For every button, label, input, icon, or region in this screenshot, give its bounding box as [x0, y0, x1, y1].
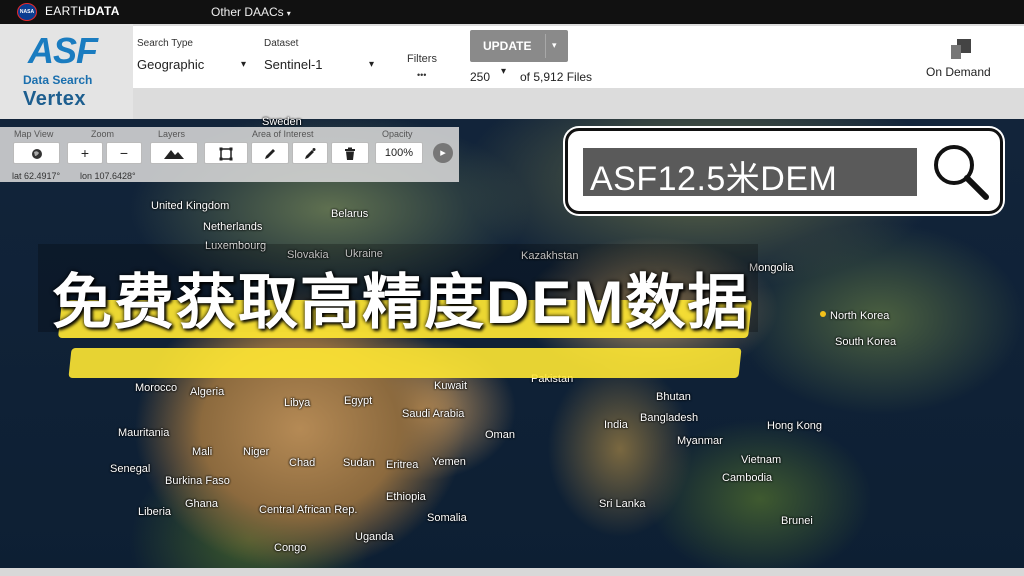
country-label: Niger — [243, 446, 270, 458]
search-type-dropdown-icon[interactable]: ▾ — [241, 59, 246, 70]
other-daacs-menu[interactable]: Other DAACs ▾ — [211, 5, 291, 19]
nasa-logo[interactable]: NASA — [17, 3, 37, 21]
country-label: Liberia — [138, 506, 172, 518]
country-label: Saudi Arabia — [402, 408, 465, 420]
layers-button[interactable] — [150, 142, 198, 164]
country-label: Somalia — [427, 512, 467, 524]
vertex-header: ASF Data Search Vertex Search Type Geogr… — [0, 24, 1024, 119]
country-label: North Korea — [830, 310, 890, 322]
country-label: India — [604, 419, 628, 431]
country-label: Chad — [289, 457, 316, 469]
aoi-label: Area of Interest — [252, 129, 314, 139]
update-button[interactable]: UPDATE ▾ — [470, 30, 568, 62]
zoom-in-button[interactable]: + — [67, 142, 103, 164]
country-label: Senegal — [110, 463, 151, 475]
earthdata-brand[interactable]: EARTHDATA — [45, 4, 120, 18]
country-label: Mali — [192, 446, 213, 458]
logo-asf-text: ASF — [28, 30, 98, 71]
country-label: Cambodia — [722, 472, 773, 484]
country-label: Burkina Faso — [165, 475, 230, 487]
country-label: Myanmar — [677, 435, 723, 447]
opacity-label: Opacity — [382, 129, 413, 139]
dataset-dropdown-icon[interactable]: ▾ — [369, 59, 374, 70]
map-toolbar: Map View Zoom Layers Area of Interest Op… — [0, 127, 459, 182]
filters-label[interactable]: Filters — [407, 53, 437, 65]
opacity-next-icon[interactable]: ▸ — [433, 143, 453, 163]
zoom-label: Zoom — [91, 129, 115, 139]
draw-polygon-button[interactable] — [251, 142, 289, 164]
results-count: of 5,912 Files — [520, 70, 593, 84]
country-label: Sri Lanka — [599, 498, 646, 510]
country-label: Netherlands — [203, 221, 263, 233]
title-underline-stroke — [68, 348, 742, 378]
country-label: Belarus — [331, 208, 369, 220]
latitude-readout: lat 62.4917° — [12, 171, 61, 181]
logo-data-search-text: Data Search — [23, 73, 93, 87]
bottom-panel-edge — [0, 568, 1024, 576]
max-results-dropdown-icon[interactable]: ▾ — [501, 66, 506, 77]
country-label: United Kingdom — [151, 200, 230, 212]
country-label: Libya — [284, 397, 311, 409]
earthdata-brand-bold: DATA — [86, 4, 120, 18]
mountains-icon — [164, 150, 184, 160]
on-demand-icon[interactable] — [951, 39, 971, 59]
max-results-select[interactable]: 250 — [470, 70, 490, 84]
layers-label: Layers — [158, 129, 186, 139]
country-label: Vietnam — [741, 454, 782, 466]
country-label: Yemen — [432, 456, 466, 468]
country-label: Morocco — [135, 382, 178, 394]
logo-vertex-text: Vertex — [23, 88, 87, 110]
longitude-readout: lon 107.6428° — [80, 171, 136, 181]
banner-title: 免费获取高精度DEM数据 — [52, 269, 750, 336]
update-button-label: UPDATE — [483, 39, 532, 53]
country-label: Hong Kong — [767, 420, 823, 432]
dataset-select[interactable]: Sentinel-1 — [264, 57, 323, 72]
zoom-out-button[interactable]: − — [106, 142, 142, 164]
selected-location-marker[interactable] — [820, 311, 826, 317]
country-label: Uganda — [355, 531, 394, 543]
earthdata-brand-plain: EARTH — [45, 4, 87, 18]
dataset-label: Dataset — [264, 38, 299, 49]
update-dropdown-icon[interactable]: ▾ — [552, 40, 557, 51]
country-label: Congo — [274, 542, 307, 554]
asf-vertex-logo[interactable]: ASF Data Search Vertex — [0, 24, 133, 119]
map-view-button[interactable] — [13, 142, 60, 164]
country-label: Ethiopia — [386, 491, 426, 503]
chevron-down-icon: ▾ — [286, 9, 291, 18]
globe-icon — [31, 149, 42, 160]
search-type-select[interactable]: Geographic — [137, 57, 204, 72]
other-daacs-label: Other DAACs — [211, 5, 284, 19]
country-label: Algeria — [190, 386, 225, 398]
update-button-divider — [545, 34, 546, 58]
pencil-icon — [265, 149, 275, 160]
bounding-box-icon — [219, 147, 233, 161]
search-icon[interactable] — [928, 139, 992, 203]
clear-aoi-button[interactable] — [331, 142, 369, 164]
country-label: Ghana — [185, 498, 219, 510]
country-label: Egypt — [344, 395, 373, 407]
on-demand-button[interactable]: On Demand — [926, 65, 991, 79]
trash-icon — [345, 147, 355, 161]
filters-more-icon[interactable]: ••• — [417, 70, 426, 80]
draw-box-button[interactable] — [204, 142, 248, 164]
search-bar-overlay[interactable]: ASF12.5米DEM — [565, 128, 1003, 214]
country-label: Sudan — [343, 457, 375, 469]
search-query-text: ASF12.5米DEM — [590, 160, 838, 198]
country-label: Oman — [485, 429, 515, 441]
country-label: Bangladesh — [640, 412, 699, 424]
country-label: Bhutan — [656, 391, 691, 403]
edit-aoi-button[interactable] — [292, 142, 328, 164]
country-label: Central African Rep. — [259, 504, 358, 516]
country-label: Kuwait — [434, 380, 468, 392]
map-view-label: Map View — [14, 129, 54, 139]
search-type-label: Search Type — [137, 38, 193, 49]
earthdata-top-bar: NASA EARTHDATA Other DAACs ▾ — [0, 0, 1024, 24]
opacity-select[interactable]: 100% — [375, 142, 423, 164]
country-label: South Korea — [835, 336, 897, 348]
country-label: Mauritania — [118, 427, 170, 439]
country-label: Eritrea — [386, 459, 419, 471]
edit-shape-icon — [305, 148, 316, 160]
country-label: Brunei — [781, 515, 813, 527]
